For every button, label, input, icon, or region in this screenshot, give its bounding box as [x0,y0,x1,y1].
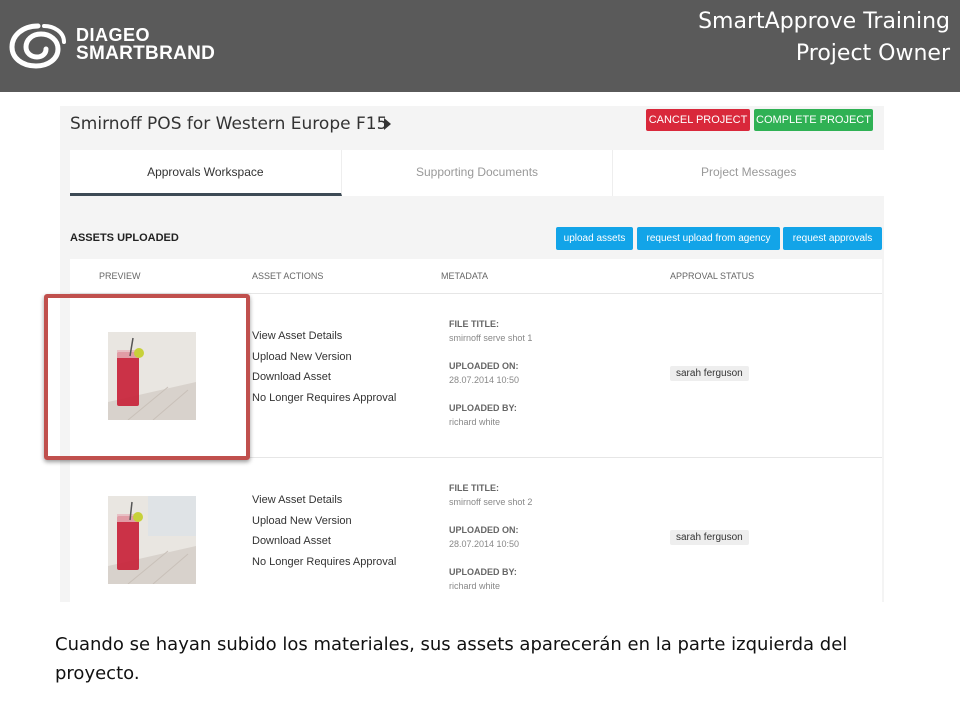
column-asset-actions: ASSET ACTIONS [252,271,324,281]
asset-actions: View Asset Details Upload New Version Do… [252,494,396,576]
column-preview: PREVIEW [99,271,141,281]
upload-new-version-link[interactable]: Upload New Version [252,351,396,372]
table-header: PREVIEW ASSET ACTIONS METADATA APPROVAL … [70,259,882,294]
file-title-value: smirnoff serve shot 1 [449,333,533,343]
uploaded-on-value: 28.07.2014 10:50 [449,375,520,385]
no-longer-requires-approval-link[interactable]: No Longer Requires Approval [252,556,396,577]
file-title-label: FILE TITLE: [449,319,499,329]
uploaded-by-value: richard white [449,417,501,427]
assets-uploaded-label: ASSETS UPLOADED [70,232,179,244]
training-title-line2: Project Owner [795,41,950,66]
preview-highlight-frame [44,294,250,460]
upload-new-version-link[interactable]: Upload New Version [252,515,396,536]
diageo-smartbrand-logo: DIAGEO SMARTBRAND [8,20,218,72]
approver-badge: sarah ferguson [670,366,749,381]
asset-metadata: FILE TITLE: smirnoff serve shot 2 UPLOAD… [449,483,532,602]
uploaded-by-value: richard white [449,581,501,591]
training-title: SmartApprove Training Project Owner [698,6,950,70]
asset-preview-thumbnail[interactable] [108,496,196,584]
project-expand-arrow-icon[interactable] [384,118,391,130]
view-asset-details-link[interactable]: View Asset Details [252,494,396,515]
column-metadata: METADATA [441,271,488,281]
no-longer-requires-approval-link[interactable]: No Longer Requires Approval [252,392,396,413]
uploaded-on-label: UPLOADED ON: [449,525,519,535]
uploaded-by-label: UPLOADED BY: [449,567,517,577]
header-banner: DIAGEO SMARTBRAND SmartApprove Training … [0,0,960,92]
column-approval-status: APPROVAL STATUS [670,271,755,281]
slide-caption: Cuando se hayan subido los materiales, s… [55,634,848,684]
download-asset-link[interactable]: Download Asset [252,535,396,556]
tab-supporting-documents[interactable]: Supporting Documents [342,150,614,196]
training-title-line1: SmartApprove Training [698,9,950,34]
table-row: View Asset Details Upload New Version Do… [70,458,882,602]
cocktail-glass-image [108,496,196,584]
tab-project-messages[interactable]: Project Messages [613,150,884,196]
cancel-project-button[interactable]: CANCEL PROJECT [646,109,750,131]
diageo-swirl-icon [9,23,66,69]
asset-actions: View Asset Details Upload New Version Do… [252,330,396,412]
request-upload-from-agency-button[interactable]: request upload from agency [637,227,780,250]
tab-approvals-workspace[interactable]: Approvals Workspace [70,150,342,196]
uploaded-on-label: UPLOADED ON: [449,361,519,371]
uploaded-on-value: 28.07.2014 10:50 [449,539,520,549]
file-title-value: smirnoff serve shot 2 [449,497,533,507]
logo-line2: SMARTBRAND [76,43,216,64]
file-title-label: FILE TITLE: [449,483,499,493]
download-asset-link[interactable]: Download Asset [252,371,396,392]
asset-metadata: FILE TITLE: smirnoff serve shot 1 UPLOAD… [449,319,532,445]
view-asset-details-link[interactable]: View Asset Details [252,330,396,351]
project-tabs: Approvals Workspace Supporting Documents… [70,150,884,196]
request-approvals-button[interactable]: request approvals [783,227,882,250]
uploaded-by-label: UPLOADED BY: [449,403,517,413]
complete-project-button[interactable]: COMPLETE PROJECT [754,109,873,131]
project-title: Smirnoff POS for Western Europe F15 [70,114,388,134]
approver-badge: sarah ferguson [670,530,749,545]
upload-assets-button[interactable]: upload assets [556,227,633,250]
